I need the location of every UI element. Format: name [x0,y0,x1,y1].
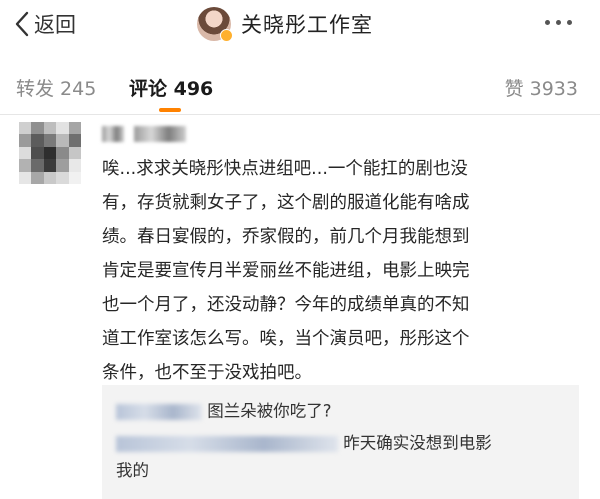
comment-line: 有，存货就剩女子了，这个剧的服道化能有啥成 [102,193,470,213]
reply-text: 昨天确实没想到电影 [343,433,492,453]
comment-text: 唉...求求关晓彤快点进组吧...一个能扛的剧也没 有，存货就剩女子了，这个剧的… [102,152,588,390]
comment-line: 也一个月了，还没动静？今年的成绩单真的不知 [102,295,470,315]
reply-item[interactable]: 昨天确实没想到电影 [116,429,492,458]
reply-author-blurred[interactable] [116,435,338,452]
active-tab-indicator [159,108,181,112]
tab-reposts[interactable]: 转发 245 [16,74,96,101]
divider [0,114,600,115]
back-label: 返回 [34,13,76,37]
top-bar: 返回 关晓彤工作室 [0,0,600,50]
comment-line: 唉...求求关晓彤快点进组吧...一个能扛的剧也没 [102,159,468,179]
verified-badge-icon [220,29,233,42]
reply-text: 图兰朵被你吃了? [207,401,332,421]
more-dots-icon[interactable] [545,20,572,25]
reply-author-blurred[interactable] [116,403,202,420]
commenter-avatar[interactable] [19,122,81,184]
comment-line: 道工作室该怎么写。唉，当个演员吧，彤彤这个 [102,329,470,349]
tab-comments[interactable]: 评论 496 [129,74,213,101]
back-button[interactable]: 返回 [14,9,76,39]
page-title: 关晓彤工作室 [241,13,373,37]
comment-line: 肯定是要宣传月半爱丽丝不能进组，电影上映完 [102,261,470,281]
chevron-left-icon [14,11,30,37]
comment-line: 绩。春日宴假的，乔家假的，前几个月我能想到 [102,227,470,247]
page-header-title-area: 关晓彤工作室 [197,5,373,43]
reply-item[interactable]: 图兰朵被你吃了? [116,397,332,426]
commenter-name-blurred[interactable] [102,124,186,144]
replies-box[interactable]: 图兰朵被你吃了? 昨天确实没想到电影 我的 [102,385,579,499]
avatar[interactable] [197,7,233,42]
tab-bar: 转发 245 评论 496 赞 3933 [0,62,600,112]
tab-likes[interactable]: 赞 3933 [505,74,578,101]
reply-continuation: 我的 [116,461,149,480]
